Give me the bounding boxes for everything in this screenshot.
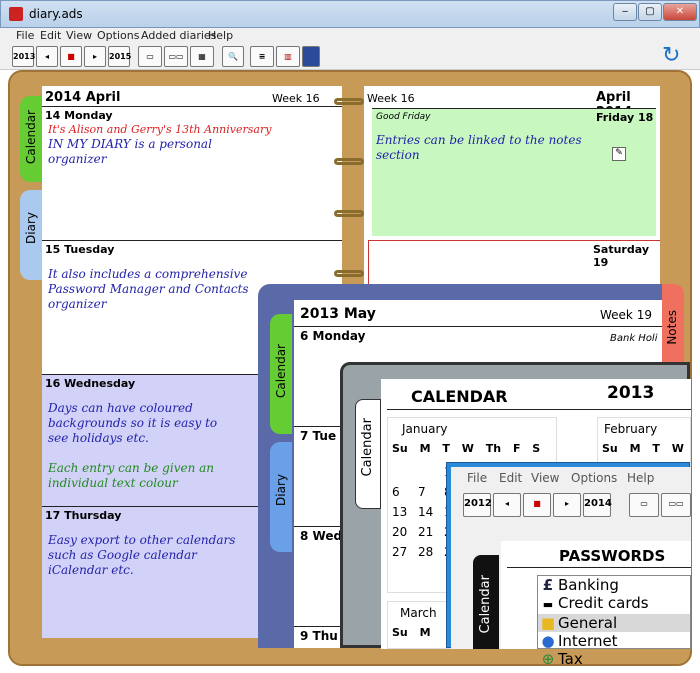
day-section-monday[interactable]: 14 Monday It's Alison and Gerry's 13th A… [42, 106, 342, 234]
menu-file[interactable]: File [16, 29, 34, 42]
page-month-title: 2014 April [45, 90, 121, 105]
next-year-button[interactable]: 2014 [583, 493, 612, 517]
menu-added-diaries[interactable]: Added diaries [141, 29, 216, 42]
window-title: diary.ads [29, 7, 83, 21]
week-label: Week 19 [600, 308, 652, 322]
list-item[interactable]: ■ General [538, 614, 690, 632]
passwords-screenshot-overlay: File Edit View Options Help 2012 ◂ ■ ▸ 2… [446, 462, 691, 668]
right-diary-page: Week 16 April 2014 Good Friday Friday 18… [364, 86, 660, 286]
tab-diary[interactable]: Diary [20, 190, 42, 280]
entry-text[interactable]: It's Alison and Gerry's 13th Anniversary [48, 122, 338, 137]
close-button[interactable]: ✕ [663, 3, 697, 21]
credit-card-icon: ▬ [542, 598, 554, 611]
previous-month-icon[interactable]: ◂ [493, 493, 521, 517]
previous-year-button[interactable]: 2012 [463, 493, 492, 517]
calendar-title: CALENDAR [411, 387, 508, 406]
diary-app-icon [9, 7, 23, 21]
entry-text[interactable]: Entries can be linked to the notes secti… [376, 133, 586, 163]
weekday-header: Su M T W [602, 442, 684, 455]
menu-file[interactable]: File [467, 471, 487, 485]
pound-icon: £ [542, 576, 554, 594]
today-icon[interactable]: ■ [523, 493, 551, 517]
list-item[interactable]: £ Banking [538, 576, 690, 594]
weekday-header: Su M T W Th F S [392, 442, 541, 455]
search-icon[interactable]: 🔍 [222, 46, 244, 67]
folder-icon: ■ [540, 614, 556, 632]
tab-calendar[interactable]: Calendar [20, 96, 42, 182]
menu-view[interactable]: View [66, 29, 92, 42]
previous-year-button[interactable]: 2013 [12, 46, 35, 67]
page-month-title: 2013 May [300, 306, 376, 322]
single-page-view-icon[interactable]: ▭ [138, 46, 162, 67]
week-label: Week 16 [367, 92, 415, 105]
holiday-label: Bank Holi [610, 333, 658, 344]
list-item[interactable]: ⊕ Tax [538, 650, 690, 668]
entry-text[interactable]: Easy export to other calendars such as G… [48, 533, 248, 578]
passwords-page: PASSWORDS £ Banking ▬ Credit cards ■ Genera… [501, 541, 691, 668]
day-section-saturday[interactable]: Saturday 19 [368, 240, 660, 286]
menu-edit[interactable]: Edit [499, 471, 522, 485]
globe-icon: ● [541, 632, 555, 650]
next-month-icon[interactable]: ▸ [84, 46, 106, 67]
holiday-label: Good Friday [376, 112, 431, 122]
ring-icon [334, 210, 364, 217]
two-page-view-icon[interactable]: ▭▭ [661, 493, 691, 517]
entry-text[interactable]: Each entry can be given an individual te… [48, 461, 228, 491]
menu-help[interactable]: Help [627, 471, 654, 485]
menu-options[interactable]: Options [571, 471, 617, 485]
grid-view-icon[interactable]: ▦ [190, 46, 214, 67]
menu-options[interactable]: Options [97, 29, 139, 42]
maximize-button[interactable]: ▢ [638, 3, 662, 21]
list-item[interactable]: ▬ Credit cards [538, 594, 690, 614]
ring-icon [334, 98, 364, 105]
menu-view[interactable]: View [531, 471, 559, 485]
title-bar: diary.ads ‒ ▢ ✕ [0, 0, 700, 28]
menu-edit[interactable]: Edit [40, 29, 61, 42]
ring-icon [334, 158, 364, 165]
list-view-icon[interactable]: ≡ [250, 46, 274, 67]
list-item[interactable]: ● Internet [538, 632, 690, 650]
note-link-icon[interactable]: ✎ [612, 147, 626, 161]
tab-calendar[interactable]: Calendar [473, 555, 499, 649]
password-category-list: £ Banking ▬ Credit cards ■ General ● Interne… [537, 575, 691, 668]
menu-bar: File Edit View Options Added diaries Hel… [0, 28, 700, 44]
tab-calendar[interactable]: Calendar [355, 399, 381, 509]
tab-calendar[interactable]: Calendar [270, 314, 292, 434]
single-page-view-icon[interactable]: ▭ [629, 493, 659, 517]
minimize-button[interactable]: ‒ [613, 3, 637, 21]
day-section-friday[interactable]: Good Friday Friday 18 Entries can be lin… [372, 108, 656, 236]
previous-month-icon[interactable]: ◂ [36, 46, 58, 67]
menu-help[interactable]: Help [208, 29, 233, 42]
notes-icon[interactable] [302, 46, 320, 67]
week-label: Week 16 [272, 92, 320, 105]
tab-notes[interactable]: Notes [660, 284, 684, 374]
today-icon[interactable]: ■ [60, 46, 82, 67]
toolbar: 2013 ◂ ■ ▸ 2015 ▭ ▭▭ ▦ 🔍 ≡ ▥ ↻ [0, 44, 700, 70]
tab-diary[interactable]: Diary [270, 442, 292, 552]
entry-text[interactable]: Days can have coloured backgrounds so it… [48, 401, 228, 446]
weekday-header: Su M [392, 626, 431, 639]
ring-icon [334, 270, 364, 277]
entry-text[interactable]: IN MY DIARY is a personal organizer [48, 137, 238, 167]
refresh-icon[interactable]: ↻ [662, 45, 686, 68]
next-year-button[interactable]: 2015 [108, 46, 131, 67]
tax-icon: ⊕ [541, 650, 555, 668]
two-page-view-icon[interactable]: ▭▭ [164, 46, 188, 67]
passwords-title: PASSWORDS [559, 547, 666, 565]
books-icon[interactable]: ▥ [276, 46, 300, 67]
next-month-icon[interactable]: ▸ [553, 493, 581, 517]
calendar-year: 2013 [607, 383, 655, 403]
entry-text[interactable]: It also includes a comprehensive Passwor… [48, 267, 258, 312]
